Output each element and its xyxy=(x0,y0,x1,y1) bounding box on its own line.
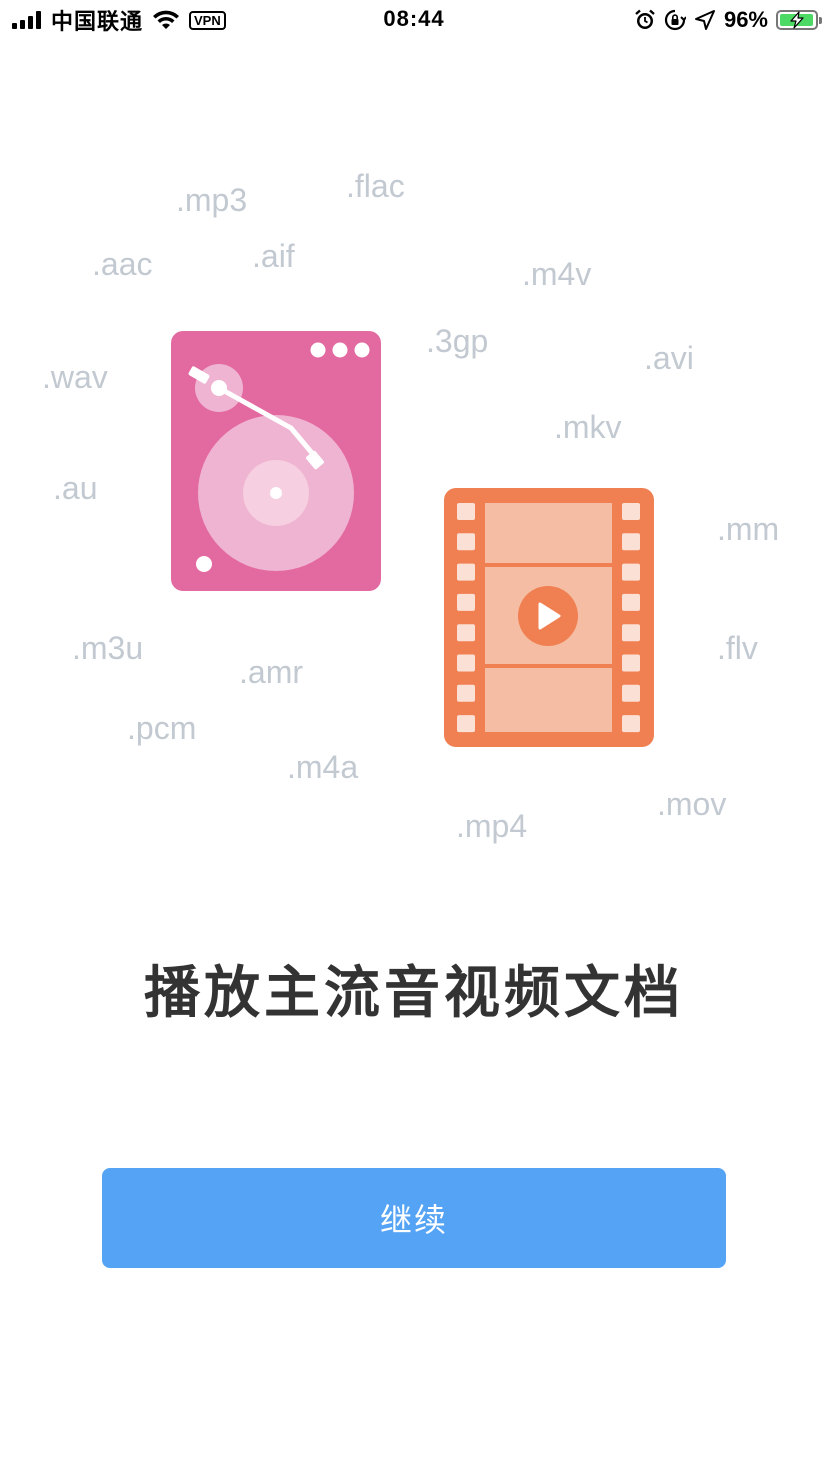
film-sprocket-hole xyxy=(457,533,475,551)
format-label: .mp3 xyxy=(176,182,248,218)
location-arrow-icon xyxy=(694,10,715,30)
film-strip-play-icon xyxy=(444,488,654,747)
film-sprocket-hole xyxy=(622,624,640,642)
battery-charging-icon xyxy=(776,10,822,30)
charging-bolt-icon xyxy=(790,11,804,29)
format-label: .mp4 xyxy=(456,808,528,844)
format-label: .au xyxy=(53,470,98,506)
format-label: .avi xyxy=(644,340,694,376)
continue-button[interactable]: 继续 xyxy=(102,1168,726,1268)
format-label: .mov xyxy=(657,786,727,822)
format-label: .flv xyxy=(717,630,758,666)
film-sprocket-hole xyxy=(622,684,640,702)
format-label: .m4v xyxy=(522,256,592,292)
film-sprocket-hole xyxy=(457,715,475,733)
format-label: .flac xyxy=(346,168,405,204)
film-sprocket-hole xyxy=(622,503,640,520)
film-sprocket-hole xyxy=(457,563,475,581)
status-bar: 中国联通 VPN 08:44 96% xyxy=(0,0,828,40)
rotation-lock-icon xyxy=(664,9,686,31)
film-sprocket-hole xyxy=(457,503,475,520)
format-label: .m4a xyxy=(287,749,359,785)
status-bar-right: 96% xyxy=(634,4,822,36)
battery-percentage: 96% xyxy=(723,7,768,32)
alarm-icon xyxy=(635,9,655,29)
film-sprocket-hole xyxy=(457,624,475,642)
film-sprocket-hole xyxy=(622,563,640,581)
film-sprocket-hole xyxy=(622,654,640,672)
film-sprocket-hole xyxy=(622,533,640,551)
format-label: .mm xyxy=(717,511,780,547)
film-sprocket-hole xyxy=(457,593,475,611)
format-label: .3gp xyxy=(426,323,489,359)
page-title: 播放主流音视频文档 xyxy=(144,961,684,1024)
film-sprocket-hole xyxy=(622,715,640,733)
format-label: .aif xyxy=(252,238,295,274)
format-label: .m3u xyxy=(72,630,144,666)
film-sprocket-hole xyxy=(622,593,640,611)
film-sprocket-hole xyxy=(457,654,475,672)
format-label: .wav xyxy=(42,359,108,395)
film-sprocket-hole xyxy=(457,684,475,702)
format-label: .mkv xyxy=(554,409,622,445)
format-label: .pcm xyxy=(127,710,197,746)
turntable-icon xyxy=(171,331,381,591)
format-label: .amr xyxy=(239,654,303,690)
battery-cap xyxy=(819,17,822,24)
format-label: .aac xyxy=(92,246,153,282)
